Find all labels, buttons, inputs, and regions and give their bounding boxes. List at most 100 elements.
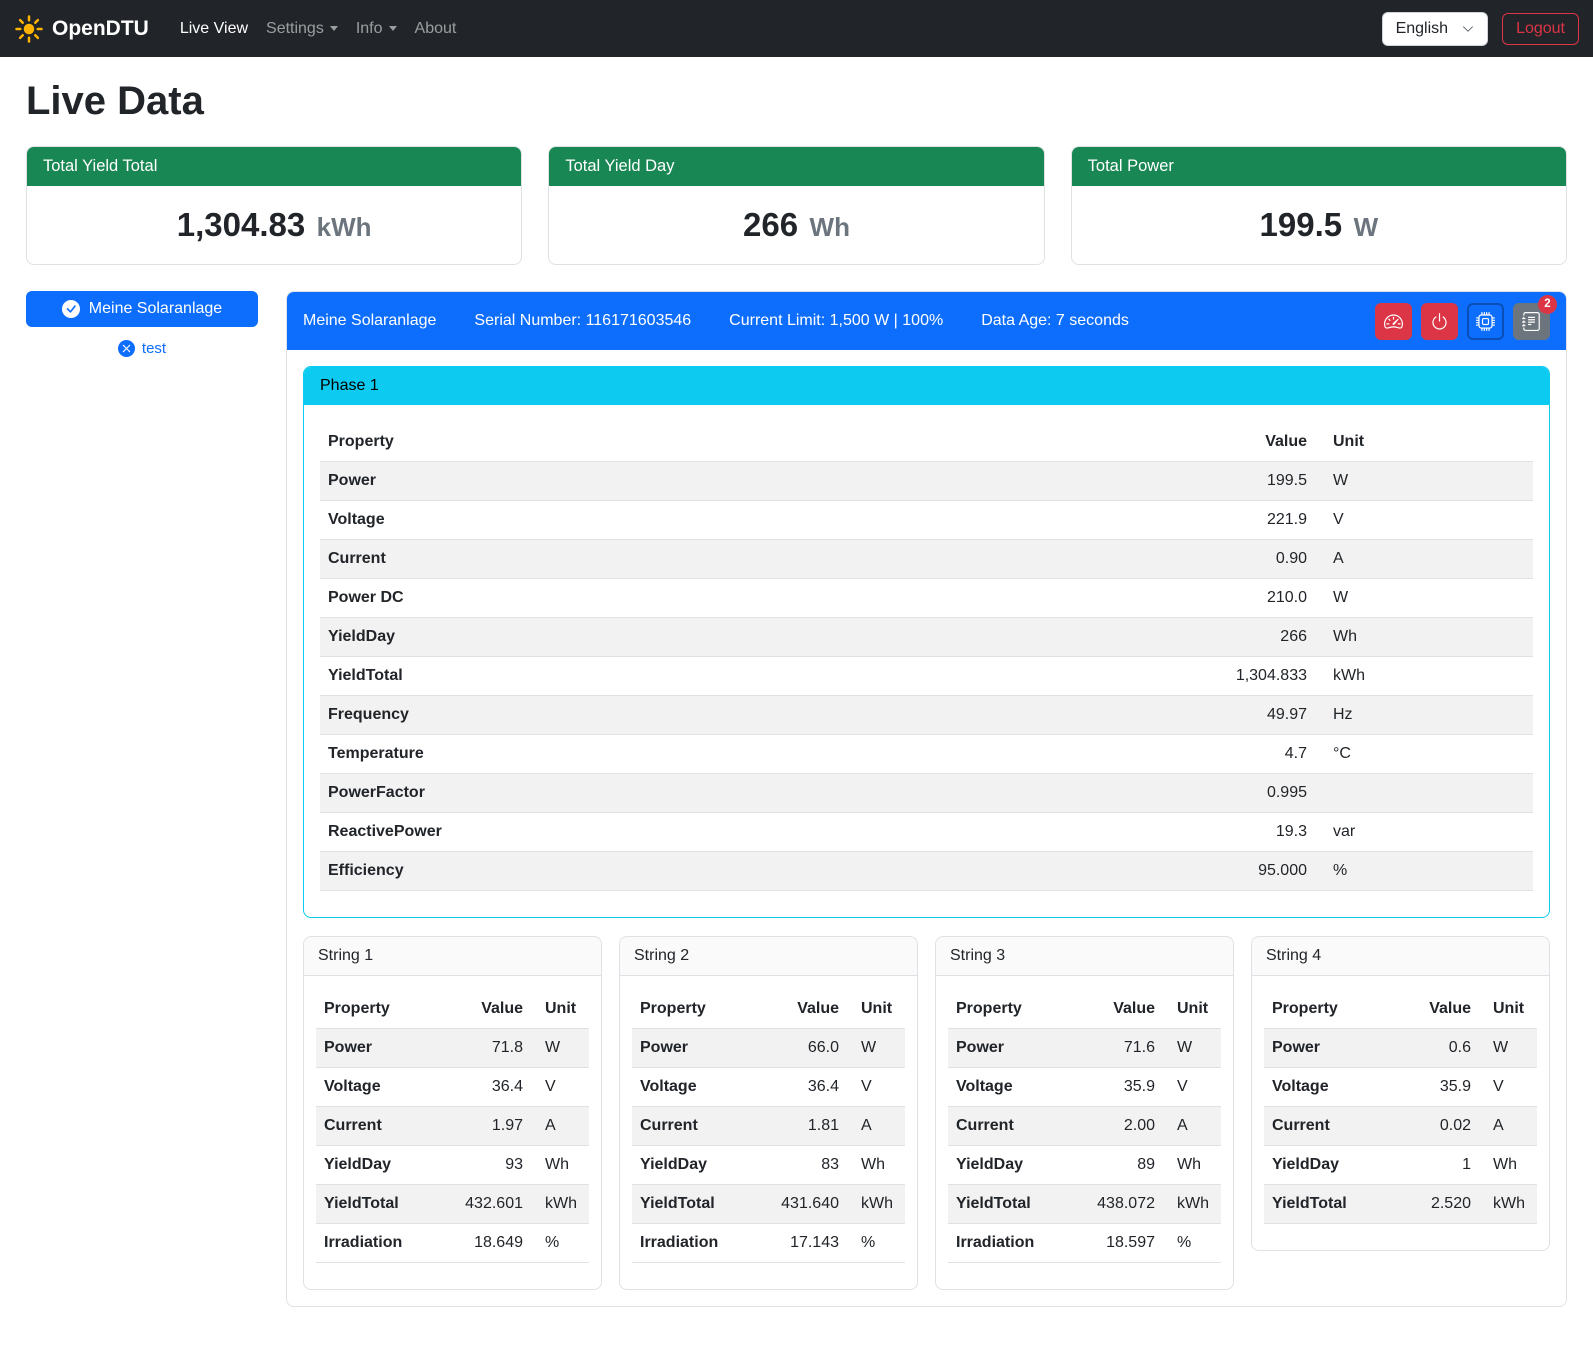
language-select[interactable]: English [1382,12,1488,46]
main-row: Meine Solaranlage test Meine Solaranlage… [26,291,1567,1307]
total-yield-total-value: 1,304.83 [177,206,305,243]
row-value: 19.3 [1195,813,1315,852]
cpu-icon [1476,312,1495,331]
card-header: Total Yield Total [27,147,521,186]
table-row: Voltage221.9V [320,501,1533,540]
row-value: 35.9 [1389,1068,1479,1107]
inverter-button-selected[interactable]: Meine Solaranlage [26,291,258,327]
table-row: YieldDay266Wh [320,618,1533,657]
row-value: 18.649 [441,1224,531,1263]
card-body: 266 Wh [549,186,1043,264]
row-value: 89 [1073,1146,1163,1185]
string-1-table: Property Value Unit Power71.8WVoltage36.… [316,990,589,1263]
row-property: Temperature [320,735,1195,774]
col-unit: Unit [1163,990,1221,1029]
row-value: 4.7 [1195,735,1315,774]
row-unit: Wh [1315,618,1533,657]
logout-button[interactable]: Logout [1502,13,1579,45]
total-power-unit: W [1354,212,1379,242]
col-unit: Unit [531,990,589,1029]
table-row: YieldTotal1,304.833kWh [320,657,1533,696]
row-property: YieldTotal [320,657,1195,696]
table-row: Voltage35.9V [948,1068,1221,1107]
row-property: Power [320,462,1195,501]
card-header: Total Power [1072,147,1566,186]
inverter-selector-sidebar: Meine Solaranlage test [26,291,258,357]
row-value: 95.000 [1195,852,1315,891]
row-value: 36.4 [757,1068,847,1107]
row-value: 0.995 [1195,774,1315,813]
row-property: Power [632,1029,757,1068]
row-property: YieldTotal [1264,1185,1389,1224]
string-3-body: Property Value Unit Power71.6WVoltage35.… [936,976,1233,1289]
row-property: YieldTotal [632,1185,757,1224]
nav-about[interactable]: About [406,12,466,46]
row-value: 0.02 [1389,1107,1479,1146]
navbar-left: OpenDTU Live View Settings Info About [14,12,465,46]
inverter-button-label: Meine Solaranlage [89,300,222,318]
table-row: YieldTotal438.072kWh [948,1185,1221,1224]
row-unit: var [1315,813,1533,852]
row-unit: A [531,1107,589,1146]
string-4-card: String 4 Property Value Unit [1251,936,1550,1251]
nav-info[interactable]: Info [347,12,406,46]
card-body: 199.5 W [1072,186,1566,264]
row-value: 199.5 [1195,462,1315,501]
col-property: Property [632,990,757,1029]
x-circle-icon [118,340,135,357]
nav-live-view[interactable]: Live View [171,12,257,46]
row-property: YieldDay [632,1146,757,1185]
row-value: 36.4 [441,1068,531,1107]
row-property: PowerFactor [320,774,1195,813]
string-1-body: Property Value Unit Power71.8WVoltage36.… [304,976,601,1289]
row-property: Power [316,1029,441,1068]
row-unit: Wh [847,1146,905,1185]
row-property: Frequency [320,696,1195,735]
row-value: 71.6 [1073,1029,1163,1068]
row-value: 1.81 [757,1107,847,1146]
device-info-button[interactable] [1467,303,1504,340]
table-row: Voltage35.9V [1264,1068,1537,1107]
journal-icon [1522,312,1541,331]
card-header: Total Yield Day [549,147,1043,186]
inverter-name: Meine Solaranlage [303,312,436,330]
phase-1-card: Phase 1 Property Value Unit Power199.5WV… [303,366,1550,918]
row-property: YieldDay [948,1146,1073,1185]
table-row: Current0.90A [320,540,1533,579]
row-value: 18.597 [1073,1224,1163,1263]
row-property: Irradiation [316,1224,441,1263]
table-row: Power66.0W [632,1029,905,1068]
row-property: Efficiency [320,852,1195,891]
col-value: Value [1073,990,1163,1029]
row-value: 438.072 [1073,1185,1163,1224]
row-unit: % [1315,852,1533,891]
table-row: Power DC210.0W [320,579,1533,618]
row-property: ReactivePower [320,813,1195,852]
string-4-body: Property Value Unit Power0.6WVoltage35.9… [1252,976,1549,1250]
row-unit: % [1163,1224,1221,1263]
string-2-header: String 2 [620,937,917,976]
table-row: Irradiation18.597% [948,1224,1221,1263]
row-unit: V [1163,1068,1221,1107]
nav-settings[interactable]: Settings [257,12,347,46]
limit-settings-button[interactable] [1375,303,1412,340]
brand-link[interactable]: OpenDTU [14,14,149,44]
table-row: YieldDay93Wh [316,1146,589,1185]
total-yield-total-card: Total Yield Total 1,304.83 kWh [26,146,522,265]
event-log-button[interactable]: 2 [1513,303,1550,340]
col-value: Value [441,990,531,1029]
navbar: OpenDTU Live View Settings Info About En… [0,0,1593,57]
inverter-button-test[interactable]: test [26,340,258,357]
power-icon [1430,312,1449,331]
row-property: YieldTotal [948,1185,1073,1224]
row-value: 93 [441,1146,531,1185]
col-unit: Unit [1315,423,1533,462]
row-property: Irradiation [632,1224,757,1263]
row-unit: V [1315,501,1533,540]
strings-row: String 1 Property Value Unit [303,936,1550,1290]
table-row: Voltage36.4V [632,1068,905,1107]
row-property: YieldDay [320,618,1195,657]
power-button[interactable] [1421,303,1458,340]
phase-1-body: Property Value Unit Power199.5WVoltage22… [304,405,1549,917]
row-unit: kWh [847,1185,905,1224]
